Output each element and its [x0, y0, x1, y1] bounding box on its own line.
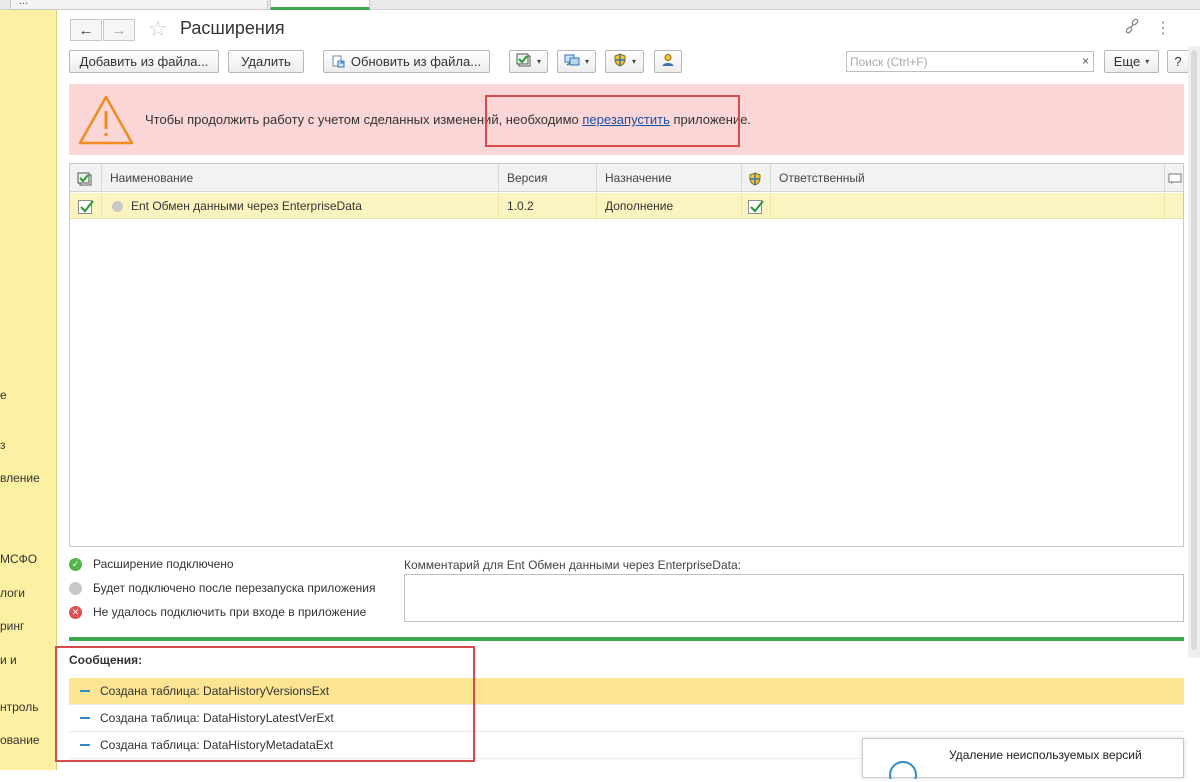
add-from-file-button[interactable]: Добавить из файла...	[69, 50, 219, 73]
update-from-file-label: Обновить из файла...	[350, 54, 482, 69]
vertical-scrollbar[interactable]	[1188, 46, 1200, 658]
sidebar-item[interactable]: логи	[0, 586, 25, 600]
info-circle-icon	[889, 759, 917, 782]
sidebar-item[interactable]: вление	[0, 471, 40, 485]
notification-popup[interactable]: Удаление неиспользуемых версий	[862, 738, 1184, 782]
tab-strip: ...	[0, 0, 1200, 10]
responsible-user-button[interactable]	[654, 50, 682, 73]
sidebar-item[interactable]: ование	[0, 733, 40, 747]
comment-field[interactable]	[404, 574, 1184, 622]
notification-text: Удаление неиспользуемых версий	[949, 748, 1142, 762]
table-row[interactable]: Ent Обмен данными через EnterpriseData 1…	[70, 193, 1183, 219]
status-pending-icon	[112, 201, 123, 213]
legend-connected: ✓ Расширение подключено	[69, 557, 234, 571]
column-header-version[interactable]: Версия	[499, 164, 597, 192]
back-button[interactable]: ←	[70, 19, 102, 41]
forward-button[interactable]: →	[103, 19, 135, 41]
chevron-down-icon: ▾	[584, 57, 589, 66]
row-purpose: Дополнение	[597, 193, 742, 219]
row-name: Ent Обмен данными через EnterpriseData	[131, 199, 362, 213]
arrow-right-icon: →	[111, 21, 127, 39]
highlight-frame-restart	[485, 95, 740, 147]
column-header-active[interactable]	[70, 164, 102, 192]
update-from-file-button[interactable]: Обновить из файла...	[323, 50, 490, 73]
comment-label: Комментарий для Ent Обмен данными через …	[404, 558, 741, 572]
checkbox-checked-icon	[748, 199, 764, 214]
more-vertical-icon[interactable]: ⋮	[1155, 18, 1171, 38]
legend-failed-label: Не удалось подключить при входе в прилож…	[93, 605, 367, 619]
row-name-cell: Ent Обмен данными через EnterpriseData	[102, 193, 499, 219]
update-file-icon	[332, 55, 346, 69]
chevron-down-icon: ▾	[631, 57, 636, 66]
sidebar-item[interactable]: нтроль	[0, 700, 38, 714]
shield-icon	[613, 53, 627, 70]
more-label: Еще	[1113, 54, 1141, 69]
sidebar-item[interactable]: е	[0, 388, 7, 402]
error-circle-icon: ✕	[69, 605, 82, 619]
search-field[interactable]: ×	[846, 51, 1094, 72]
column-header-name[interactable]: Наименование	[102, 164, 499, 192]
shield-icon	[748, 171, 762, 186]
more-button[interactable]: Еще ▾	[1104, 50, 1159, 73]
enable-extensions-menu-button[interactable]: ▾	[509, 50, 548, 73]
delete-button[interactable]: Удалить	[228, 50, 304, 73]
row-active-checkbox[interactable]	[70, 193, 102, 219]
help-button[interactable]: ?	[1167, 50, 1189, 73]
delete-label: Удалить	[241, 54, 291, 69]
chevron-down-icon: ▾	[536, 57, 541, 66]
column-settings-icon[interactable]	[1165, 164, 1183, 192]
help-label: ?	[1174, 54, 1182, 69]
table-header: Наименование Версия Назначение Ответстве…	[70, 164, 1183, 192]
tab-previous[interactable]: ...	[10, 0, 268, 10]
legend-after-restart-label: Будет подключено после перезапуска прило…	[93, 581, 376, 595]
favorite-star-icon[interactable]: ☆	[148, 17, 168, 41]
column-header-purpose[interactable]: Назначение	[597, 164, 742, 192]
clear-search-icon[interactable]: ×	[1082, 54, 1089, 68]
row-safe-mode-checkbox[interactable]	[742, 193, 771, 219]
panel-splitter[interactable]	[69, 637, 1184, 641]
row-responsible	[771, 193, 1165, 219]
legend-after-restart: Будет подключено после перезапуска прило…	[69, 581, 376, 595]
sidebar-item[interactable]: МСФО	[0, 552, 37, 566]
scrollbar-thumb[interactable]	[1191, 50, 1197, 650]
highlight-frame-messages	[55, 646, 475, 762]
legend-failed: ✕ Не удалось подключить при входе в прило…	[69, 605, 366, 619]
legend-connected-label: Расширение подключено	[93, 557, 234, 571]
link-icon[interactable]	[1124, 18, 1140, 39]
column-header-safe-mode[interactable]	[742, 164, 771, 192]
checkbox-check-icon	[516, 53, 532, 70]
add-from-file-label: Добавить из файла...	[79, 54, 209, 69]
warning-triangle-icon	[77, 94, 135, 149]
sidebar: е з вление МСФО логи ринг и и нтроль ова…	[0, 10, 57, 770]
user-icon	[661, 53, 675, 70]
extensions-table[interactable]: Наименование Версия Назначение Ответстве…	[69, 163, 1184, 547]
search-input[interactable]	[847, 52, 1073, 71]
row-version: 1.0.2	[499, 193, 597, 219]
check-circle-icon: ✓	[69, 557, 82, 571]
checkbox-checked-icon	[78, 199, 94, 214]
tab-extensions[interactable]	[270, 0, 370, 10]
sidebar-item[interactable]: з	[0, 438, 6, 452]
safe-mode-menu-button[interactable]: ▾	[605, 50, 644, 73]
transfer-icon	[564, 53, 580, 70]
arrow-left-icon: ←	[78, 21, 94, 39]
gray-circle-icon	[69, 581, 82, 595]
transfer-menu-button[interactable]: ▾	[557, 50, 596, 73]
chevron-down-icon: ▾	[1145, 57, 1150, 66]
page-title: Расширения	[180, 18, 285, 38]
sidebar-item[interactable]: ринг	[0, 619, 24, 633]
tab-previous-label: ...	[19, 0, 29, 7]
sidebar-item[interactable]: и и	[0, 653, 17, 667]
checkbox-check-icon	[77, 171, 93, 186]
column-header-responsible[interactable]: Ответственный	[771, 164, 1165, 192]
